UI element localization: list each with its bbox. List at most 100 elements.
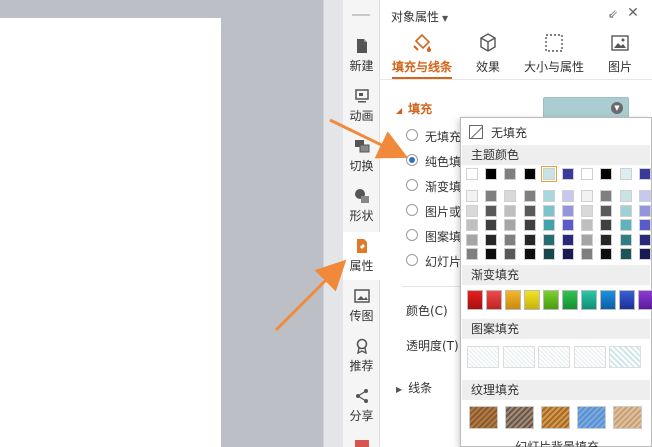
- theme-color-swatch[interactable]: [638, 168, 651, 180]
- theme-color-swatch[interactable]: [540, 166, 557, 182]
- fill-section-header[interactable]: ◢ 填充: [396, 100, 432, 117]
- theme-shade-swatch[interactable]: [581, 219, 594, 231]
- theme-shade-swatch[interactable]: [466, 233, 478, 246]
- theme-color-swatch[interactable]: [485, 168, 498, 180]
- theme-color-swatch[interactable]: [562, 168, 574, 180]
- theme-shade-swatch[interactable]: [581, 190, 594, 202]
- theme-shade-swatch[interactable]: [619, 219, 632, 231]
- theme-shade-swatch[interactable]: [485, 204, 498, 217]
- texture-swatch[interactable]: [577, 406, 606, 429]
- line-section-header[interactable]: ▶ 线条: [396, 379, 432, 396]
- theme-shade-swatch[interactable]: [542, 248, 555, 260]
- theme-shade-swatch[interactable]: [523, 204, 536, 217]
- theme-shade-swatch[interactable]: [485, 190, 498, 202]
- sidebar-item-shape[interactable]: 形状: [343, 188, 380, 234]
- gradient-swatch[interactable]: [562, 290, 578, 310]
- slide-page[interactable]: [0, 18, 221, 447]
- theme-shade-swatch[interactable]: [485, 219, 498, 231]
- gradient-swatch[interactable]: [638, 290, 652, 310]
- theme-shade-swatch[interactable]: [638, 233, 651, 246]
- texture-swatch[interactable]: [505, 406, 534, 429]
- theme-shade-swatch[interactable]: [581, 233, 594, 246]
- theme-shade-swatch[interactable]: [562, 204, 574, 217]
- radio-button[interactable]: [406, 129, 418, 141]
- tab-fill-and-line[interactable]: 填充与线条: [392, 32, 452, 78]
- theme-shade-swatch[interactable]: [485, 248, 498, 260]
- theme-shade-swatch[interactable]: [504, 219, 517, 231]
- theme-shade-swatch[interactable]: [638, 190, 651, 202]
- theme-shade-swatch[interactable]: [619, 204, 632, 217]
- theme-color-swatch[interactable]: [523, 168, 536, 180]
- theme-shade-swatch[interactable]: [600, 248, 613, 260]
- theme-shade-swatch[interactable]: [619, 233, 632, 246]
- pattern-swatch[interactable]: [573, 346, 606, 368]
- theme-shade-swatch[interactable]: [619, 190, 632, 202]
- theme-shade-swatch[interactable]: [504, 190, 517, 202]
- fill-color-dropdown[interactable]: ▼: [543, 97, 629, 119]
- theme-shade-swatch[interactable]: [504, 233, 517, 246]
- radio-button[interactable]: [406, 204, 418, 216]
- radio-button[interactable]: [406, 154, 418, 166]
- sidebar-item-property[interactable]: 属性: [343, 232, 380, 280]
- sidebar-item-recommend[interactable]: 推荐: [343, 338, 380, 384]
- theme-shade-swatch[interactable]: [562, 219, 574, 231]
- pattern-swatch[interactable]: [467, 346, 499, 368]
- theme-shade-swatch[interactable]: [562, 233, 574, 246]
- texture-swatch[interactable]: [541, 406, 570, 429]
- texture-swatch[interactable]: [469, 406, 498, 429]
- theme-color-swatch[interactable]: [600, 168, 613, 180]
- gradient-swatch[interactable]: [467, 290, 483, 310]
- gradient-swatch[interactable]: [619, 290, 635, 310]
- theme-color-swatch[interactable]: [581, 168, 594, 180]
- radio-button[interactable]: [406, 229, 418, 241]
- theme-color-swatch[interactable]: [466, 168, 478, 180]
- close-icon[interactable]: ✕: [626, 6, 640, 20]
- theme-shade-swatch[interactable]: [600, 219, 613, 231]
- theme-shade-swatch[interactable]: [542, 219, 555, 231]
- theme-shade-swatch[interactable]: [638, 219, 651, 231]
- sidebar-item-transition[interactable]: 切换: [343, 138, 380, 184]
- radio-button[interactable]: [406, 179, 418, 191]
- pattern-swatch[interactable]: [538, 346, 570, 368]
- theme-shade-swatch[interactable]: [542, 190, 555, 202]
- tab-picture[interactable]: 图片: [606, 32, 634, 78]
- theme-shade-swatch[interactable]: [504, 204, 517, 217]
- sidebar-item-animation[interactable]: 动画: [343, 88, 380, 134]
- gradient-swatch[interactable]: [505, 290, 521, 310]
- texture-swatch[interactable]: [613, 406, 642, 429]
- theme-shade-swatch[interactable]: [619, 248, 632, 260]
- pin-icon[interactable]: ⇙: [606, 7, 620, 21]
- chevron-down-icon[interactable]: ▼: [611, 102, 623, 114]
- panel-title[interactable]: 对象属性 ▼: [391, 8, 448, 25]
- theme-shade-swatch[interactable]: [581, 204, 594, 217]
- tab-size-and-property[interactable]: 大小与属性: [522, 32, 586, 78]
- tab-effects[interactable]: 效果: [472, 32, 504, 78]
- theme-shade-swatch[interactable]: [523, 219, 536, 231]
- slide-background-fill-option[interactable]: 幻灯片背景填充: [515, 438, 599, 447]
- theme-shade-swatch[interactable]: [523, 248, 536, 260]
- gradient-swatch[interactable]: [581, 290, 597, 310]
- theme-shade-swatch[interactable]: [466, 248, 478, 260]
- theme-shade-swatch[interactable]: [638, 204, 651, 217]
- theme-shade-swatch[interactable]: [466, 219, 478, 231]
- theme-shade-swatch[interactable]: [485, 233, 498, 246]
- theme-color-swatch[interactable]: [619, 168, 632, 180]
- theme-shade-swatch[interactable]: [523, 233, 536, 246]
- sidebar-item-more[interactable]: [343, 436, 380, 447]
- sidebar-item-share[interactable]: 分享: [343, 388, 380, 434]
- theme-shade-swatch[interactable]: [562, 248, 574, 260]
- theme-shade-swatch[interactable]: [542, 233, 555, 246]
- radio-button[interactable]: [406, 254, 418, 266]
- theme-shade-swatch[interactable]: [542, 204, 555, 217]
- gradient-swatch[interactable]: [486, 290, 502, 310]
- theme-color-swatch[interactable]: [504, 168, 517, 180]
- gradient-swatch[interactable]: [524, 290, 540, 310]
- theme-shade-swatch[interactable]: [600, 233, 613, 246]
- gradient-swatch[interactable]: [600, 290, 616, 310]
- pattern-swatch[interactable]: [502, 346, 535, 368]
- theme-shade-swatch[interactable]: [504, 248, 517, 260]
- theme-shade-swatch[interactable]: [562, 190, 574, 202]
- sidebar-item-new[interactable]: 新建: [343, 38, 380, 84]
- sidebar-item-upload-image[interactable]: 传图: [343, 288, 380, 334]
- theme-shade-swatch[interactable]: [581, 248, 594, 260]
